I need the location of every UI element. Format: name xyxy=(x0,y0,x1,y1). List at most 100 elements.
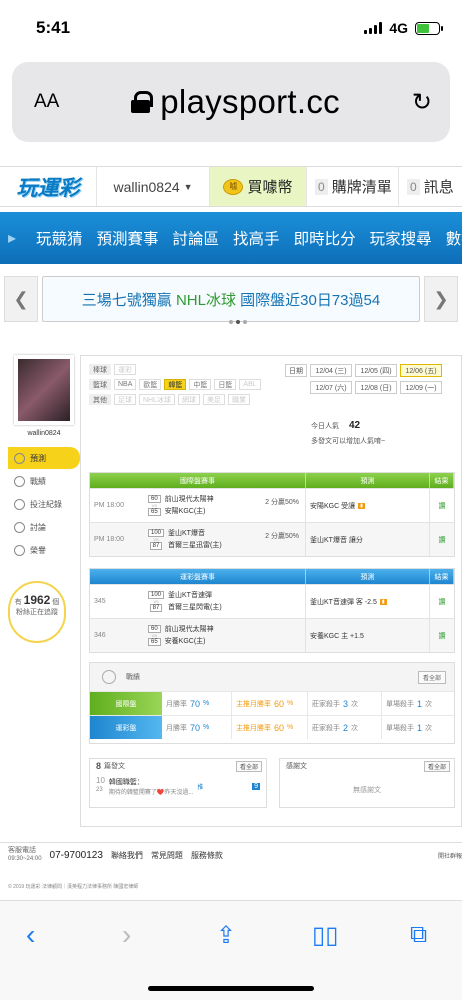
result: 讚 xyxy=(438,632,446,640)
filter-chip[interactable]: ABL xyxy=(239,379,261,390)
phone-number[interactable]: 07-9700123 xyxy=(50,850,103,861)
filter-chip[interactable]: 網球 xyxy=(178,394,201,405)
banner-next-button[interactable]: ❯ xyxy=(424,276,458,322)
sidebar-item-record[interactable]: 戰績 xyxy=(8,470,80,492)
chevron-right-icon: ❯ xyxy=(433,288,449,309)
prediction-cell: 安養KGC 主 +1.5 xyxy=(306,619,430,652)
filter-chip[interactable]: 歐籃 xyxy=(139,379,162,390)
record-cell-label: 單場殺手 xyxy=(386,724,414,732)
site-logo[interactable]: 玩運彩 xyxy=(0,167,97,206)
report-link[interactable]: 開社群報 xyxy=(438,851,462,860)
nav-item-forum[interactable]: 討論區 xyxy=(173,227,220,249)
posts-see-all-button[interactable]: 看全部 xyxy=(235,761,262,772)
posts-panel: 8 篇發文 看全部 10 23 韓國職籃： 期待的韓籃開賽了❤️昨天沒過... 推9 xyxy=(89,758,267,808)
sidebar-item-discuss[interactable]: 討論 xyxy=(8,516,80,538)
url-display[interactable]: playsport.cc xyxy=(131,83,340,121)
header-cell: 運彩盤賽事 xyxy=(90,569,306,584)
filter-chip[interactable]: 職業 xyxy=(228,394,251,405)
filter-row: 其他 足球 NHL冰球 網球 美足 職業 xyxy=(89,394,279,405)
filter-chip[interactable]: 美足 xyxy=(203,394,226,405)
buy-coin-button[interactable]: 噱買噱幣 xyxy=(210,167,307,206)
nav-item-livescore[interactable]: 即時比分 xyxy=(294,227,356,249)
nav-item-data[interactable]: 數據 xyxy=(446,227,462,249)
score: 87 xyxy=(149,604,163,612)
sidebar-item-bets[interactable]: 投注紀錄 xyxy=(8,493,80,515)
teams: 前山現代太陽神 安陽KGC(主) xyxy=(165,494,214,518)
avatar xyxy=(14,355,74,425)
messages-label: 訊息 xyxy=(423,179,454,196)
filter-chip[interactable]: 足球 xyxy=(114,394,136,405)
filter-chip[interactable]: 運彩 xyxy=(114,364,136,375)
list-item[interactable]: 10 23 韓國職籃： 期待的韓籃開賽了❤️昨天沒過... 推9 xyxy=(90,773,266,800)
teams: 釜山KT音速彈 首爾三星閃電(主) xyxy=(168,590,222,614)
cart-button[interactable]: 0 購牌清單 xyxy=(307,167,399,206)
popularity-label: 今日人氣 xyxy=(311,423,339,430)
filter-chip[interactable]: 日籃 xyxy=(214,379,237,390)
sidebar-item-label: 討論 xyxy=(30,522,46,532)
record-row: 國際盤 月勝率 70% 主推月勝率 60% 莊家殺手 3 次 單場殺手 1 次 xyxy=(90,691,454,715)
banner-text-sport: NHL冰球 xyxy=(175,291,236,309)
reload-icon[interactable]: ↻ xyxy=(412,88,432,117)
target-icon xyxy=(14,452,25,464)
table-header: 國際盤賽事 預測 結果 xyxy=(90,473,454,488)
date-chip-active[interactable]: 12/06 (五) xyxy=(400,364,442,377)
record-see-all-button[interactable]: 看全部 xyxy=(417,671,446,684)
messages-button[interactable]: 0 訊息 xyxy=(399,167,462,206)
back-icon[interactable]: ‹ xyxy=(26,919,35,951)
date-label: 日期 xyxy=(285,364,307,377)
thanks-empty: 無感謝文 xyxy=(353,787,381,794)
score-box: 100 VS 87 xyxy=(148,591,165,612)
chart-icon xyxy=(14,475,25,487)
filter-chip[interactable]: NHL冰球 xyxy=(139,394,176,405)
bookmarks-icon[interactable]: ▯▯ xyxy=(312,921,338,950)
date-chip[interactable]: 12/09 (一) xyxy=(400,381,442,394)
sidebar-item-honor[interactable]: 榮譽 xyxy=(8,539,80,561)
post-month: 10 xyxy=(96,776,105,785)
prediction-text: 釜山KT音速彈 客 -2.5 xyxy=(310,598,377,606)
filter-row: 棒球 運彩 xyxy=(89,364,279,375)
footer-link-terms[interactable]: 服務條款 xyxy=(191,850,223,861)
sidebar-item-predict[interactable]: 預測 xyxy=(8,447,80,469)
filter-chip[interactable]: 中籃 xyxy=(189,379,212,390)
url-text: playsport.cc xyxy=(160,83,340,120)
coin-icon: 噱 xyxy=(223,178,244,195)
fans-suffix: 個 xyxy=(52,599,60,606)
sidebar-item-label: 榮譽 xyxy=(30,545,46,555)
customer-service: 客服電話 09:30~24:00 xyxy=(8,847,42,863)
nav-item-player-search[interactable]: 玩家搜尋 xyxy=(370,227,432,249)
tabs-icon[interactable]: ⧉ xyxy=(410,921,427,949)
post-badge-label: 推 xyxy=(197,785,204,791)
posts-label: 篇發文 xyxy=(104,763,126,770)
footer-link-contact[interactable]: 聯絡我們 xyxy=(111,850,143,861)
post-day: 23 xyxy=(96,787,103,793)
filter-chip[interactable]: NBA xyxy=(114,379,137,390)
message-count: 0 xyxy=(407,178,420,195)
post-date: 10 23 xyxy=(96,777,105,796)
reader-settings-button[interactable]: AA xyxy=(34,91,59,113)
filter-chip-active[interactable]: 韓籃 xyxy=(164,379,187,390)
score: 60 xyxy=(148,495,161,503)
date-chip[interactable]: 12/07 (六) xyxy=(310,381,352,394)
nav-item-predict[interactable]: 預測賽事 xyxy=(97,227,159,249)
table-row: 345 100 VS 87 釜山KT音速彈 首爾三星閃電(主) 釜山KT音速彈 客 -… xyxy=(90,584,454,618)
prediction-cell: 釜山KT音速彈 客 -2.5 ▮ xyxy=(306,585,430,618)
score: 100 xyxy=(148,591,165,599)
share-icon[interactable]: ⇪ xyxy=(216,921,236,950)
nav-item-experts[interactable]: 找高手 xyxy=(233,227,280,249)
forward-icon[interactable]: › xyxy=(122,919,131,951)
thanks-see-all-button[interactable]: 看全部 xyxy=(423,761,450,772)
game-cell: 60 VS 65 前山現代太陽神 安陽KGC(主) 2 分贏50% xyxy=(148,489,306,522)
footer-link-faq[interactable]: 常見問題 xyxy=(151,850,183,861)
date-chip[interactable]: 12/05 (四) xyxy=(355,364,397,377)
date-chip[interactable]: 12/04 (三) xyxy=(310,364,352,377)
result: 讚 xyxy=(438,536,446,544)
record-row: 運彩盤 月勝率 70% 主推月勝率 60% 莊家殺手 2 次 單場殺手 1 次 xyxy=(90,715,454,739)
user-menu[interactable]: wallin0824 ▼ xyxy=(97,167,210,206)
score-box: 100 VS 87 xyxy=(148,529,165,550)
header-cell: 預測 xyxy=(306,569,430,584)
address-bar[interactable]: AA playsport.cc ↻ xyxy=(12,62,450,142)
banner-content[interactable]: 三場七號獨贏 NHL冰球 國際盤近30日73過54 xyxy=(42,276,420,322)
date-chip[interactable]: 12/08 (日) xyxy=(355,381,397,394)
nav-item-play[interactable]: 玩競猜 xyxy=(36,227,83,249)
banner-prev-button[interactable]: ❮ xyxy=(4,276,38,322)
